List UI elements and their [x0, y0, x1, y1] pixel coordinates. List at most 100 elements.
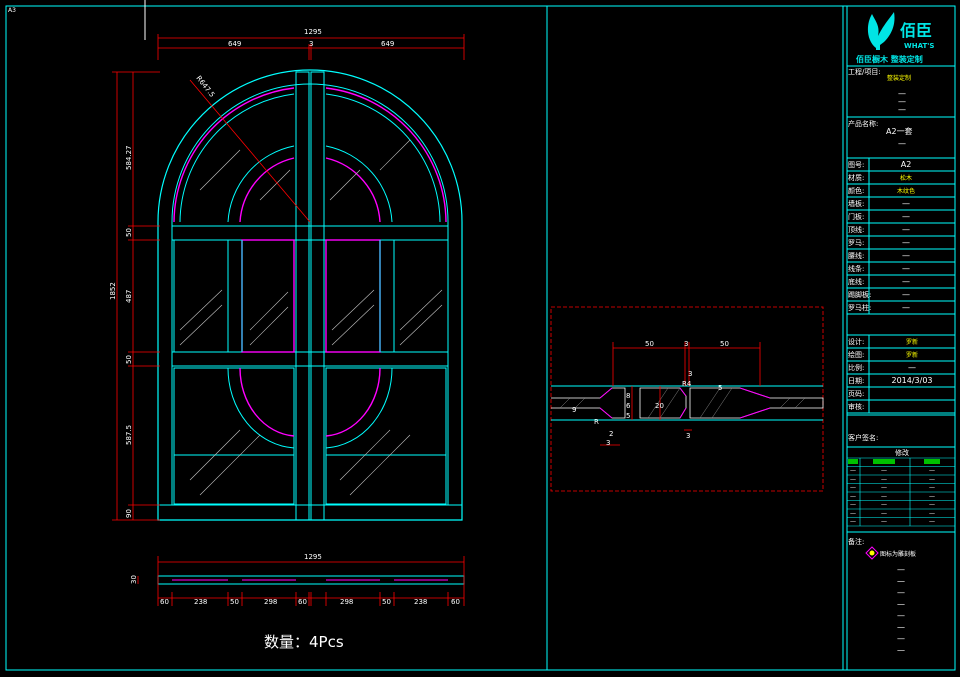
product-value: A2一套 — [886, 126, 913, 136]
dim-h-2: 50 — [125, 228, 133, 237]
revision-dash: — — [850, 519, 856, 526]
dim-top-left: 649 — [228, 40, 241, 48]
spec-row-value: — — [902, 212, 910, 221]
quantity-label: 数量：4Pcs — [264, 633, 344, 651]
spec-row-label: 线条: — [848, 264, 864, 273]
dim-h-6: 90 — [125, 509, 133, 518]
revision-dash: — — [929, 519, 935, 526]
spec-row-label: 图号: — [848, 161, 864, 169]
section-dim-7: 2 — [609, 430, 613, 438]
door-elevation[interactable]: R647.5 — [157, 69, 463, 521]
remark-dash: — — [897, 623, 905, 632]
spec-row-label: 腰线: — [848, 251, 864, 260]
radius-label: R647.5 — [194, 74, 216, 99]
spec-row-value: — — [902, 199, 910, 208]
section-dim-2: 3 — [684, 340, 688, 348]
dim-top-gap: 3 — [309, 40, 313, 48]
spec-row-label: 踢脚板: — [848, 290, 871, 299]
logo-main: 佰臣 — [900, 21, 932, 40]
section-dim-4: 3 — [688, 370, 692, 378]
spec-row-value: — — [902, 303, 910, 312]
revision-dash: — — [881, 485, 887, 492]
sheet-tag: A3 — [8, 7, 16, 14]
section-detail[interactable] — [550, 306, 824, 492]
revision-dash: — — [929, 510, 935, 517]
sign-row-label: 设计: — [848, 337, 864, 346]
spec-row-label: 墙板: — [848, 199, 864, 208]
dim-bottom-width: 1295 — [304, 553, 322, 561]
section-dim-11: 3 — [606, 439, 610, 447]
dim-top-width: 1295 — [304, 28, 322, 36]
spec-row-label: 材质: — [848, 173, 864, 182]
revision-table: — — —— — —— — —— — —— — —— — —— — — — [847, 457, 955, 527]
section-dim-3: 50 — [720, 340, 729, 348]
spec-row-label: 底线: — [848, 277, 864, 286]
dim-bottom-thickness: 30 — [130, 575, 138, 584]
revision-dash: — — [881, 476, 887, 483]
sign-row-label: 页码: — [848, 390, 864, 398]
remarks-lines: — — — — — — — — — [897, 565, 905, 655]
cad-drawing-canvas[interactable]: A3 R647.5 1295 649 3 649 1852 584.27 50 … — [0, 0, 960, 677]
dim-b-3: 50 — [230, 598, 239, 606]
spec-row-label: 门板: — [848, 212, 864, 221]
section-dim-13: 6 — [626, 402, 631, 410]
remark-dash: — — [897, 588, 905, 597]
sign-row-label: 日期: — [848, 377, 864, 385]
section-dim-12: 8 — [626, 392, 630, 400]
dim-b-4: 298 — [264, 598, 277, 606]
spec-row-value: — — [902, 251, 910, 260]
dim-b-2: 238 — [194, 598, 207, 606]
revision-dash: — — [929, 485, 935, 492]
logo-sub: WHAT'S — [904, 42, 934, 50]
dim-h-3: 487 — [125, 290, 133, 303]
sign-row-label: 审核: — [848, 402, 864, 411]
dim-b-6: 298 — [340, 598, 353, 606]
section-dim-15: 20 — [655, 402, 664, 410]
sign-row-value: 罗新 — [906, 351, 918, 359]
project-dash-3: — — [898, 105, 906, 114]
revision-dash: — — [850, 485, 856, 492]
dim-h-1: 584.27 — [125, 146, 133, 171]
spec-row-value: A2 — [901, 160, 912, 169]
sheet-frame: A3 — [5, 0, 956, 671]
spec-row-value: — — [902, 225, 910, 234]
spec-row-label: 罗马柱: — [848, 303, 871, 312]
dim-b-5: 60 — [298, 598, 307, 606]
section-dim-6: 5 — [718, 384, 722, 392]
spec-row-value: 木纹色 — [897, 187, 915, 195]
dim-b-1: 60 — [160, 598, 169, 606]
title-block: 佰臣 WHAT'S 佰臣橱木 整装定制 工程/项目: 整装定制 — — — 产品… — [847, 12, 955, 655]
remark-icon — [865, 546, 879, 560]
revision-header: 修改 — [895, 448, 909, 457]
revision-dash: — — [929, 493, 935, 500]
spec-row-value: — — [902, 290, 910, 299]
section-dim-9: R — [594, 418, 599, 426]
door-height-dimensions — [112, 71, 160, 521]
revision-dash: — — [881, 468, 887, 475]
dim-top-right: 649 — [381, 40, 394, 48]
dim-h-4: 50 — [125, 355, 133, 364]
spec-row-label: 顶线: — [848, 225, 864, 234]
remark-dash: — — [897, 646, 905, 655]
section-dim-14: 5 — [626, 412, 630, 420]
spec-row-value: — — [902, 277, 910, 286]
remark-dash: — — [897, 611, 905, 620]
revision-dash: — — [929, 476, 935, 483]
project-value: 整装定制 — [887, 74, 911, 82]
remark-dash: — — [897, 577, 905, 586]
logo-slogan: 佰臣橱木 整装定制 — [856, 54, 923, 64]
revision-dash: — — [850, 502, 856, 509]
sign-row-label: 绘图: — [848, 350, 864, 359]
spec-row-value: — — [902, 264, 910, 273]
revision-dash: — — [929, 502, 935, 509]
remark-dash: — — [897, 634, 905, 643]
spec-row-value: — — [902, 238, 910, 247]
revision-dash: — — [850, 510, 856, 517]
remarks-note: 图标为雕刻板 — [880, 550, 916, 558]
dim-total-height: 1852 — [109, 282, 117, 300]
revision-dash: — — [881, 519, 887, 526]
revision-dash: — — [881, 493, 887, 500]
spec-row-value: 松木 — [900, 174, 912, 182]
section-dim-8: 9 — [572, 406, 576, 414]
spec-rows: 图号: A2 材质: 松木颜色: 木纹色墙板: — 门板: — 顶线: — 罗马: — 腰线: — 线条: —… — [847, 158, 955, 315]
